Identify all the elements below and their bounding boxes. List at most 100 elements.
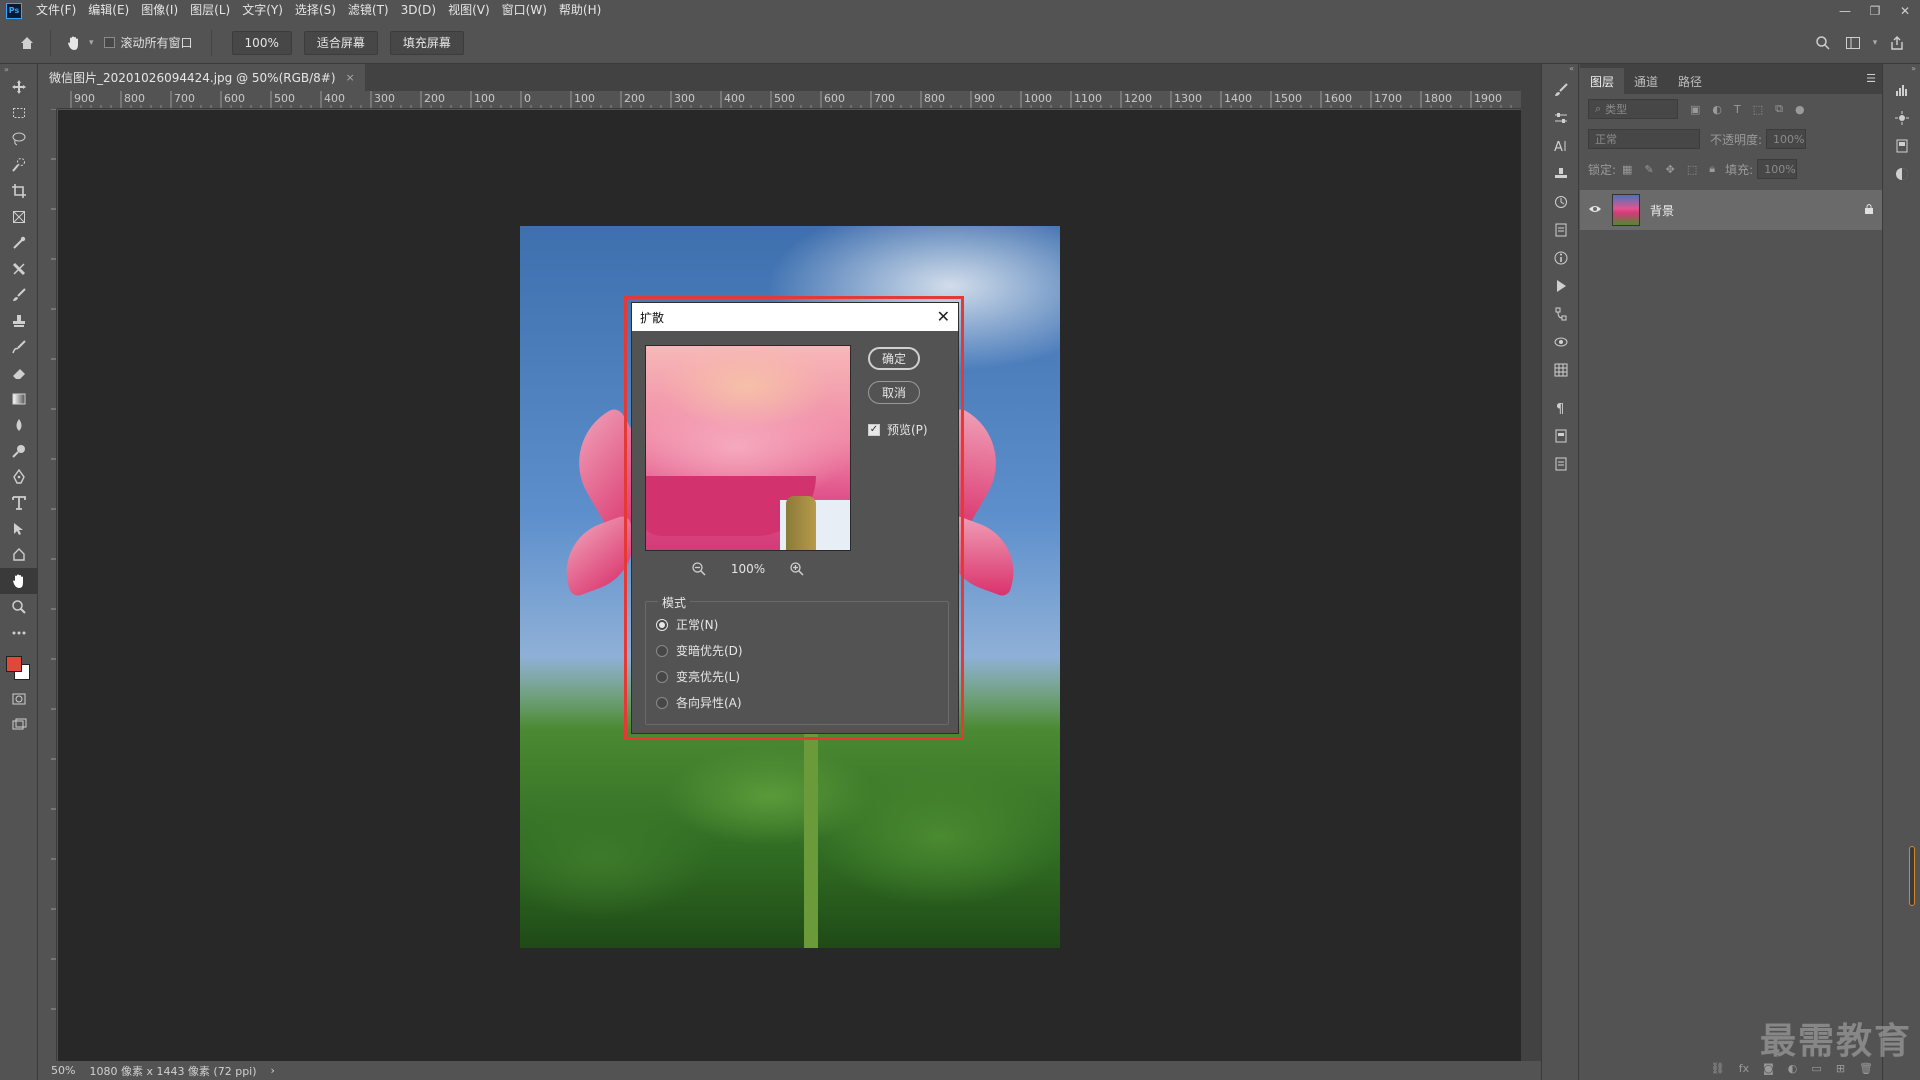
menu-edit[interactable]: 编辑(E) bbox=[82, 0, 135, 21]
crop-tool-icon[interactable] bbox=[0, 178, 38, 204]
clone-source-icon[interactable] bbox=[1542, 160, 1580, 188]
menu-filter[interactable]: 滤镜(T) bbox=[342, 0, 395, 21]
lock-artboard-icon[interactable]: ⬚ bbox=[1687, 163, 1697, 176]
layer-thumbnail[interactable] bbox=[1612, 194, 1640, 226]
close-icon[interactable]: ✕ bbox=[1890, 0, 1920, 21]
collapse-panel-icon[interactable]: » bbox=[1884, 64, 1920, 76]
search-icon[interactable] bbox=[1808, 28, 1838, 58]
zoom-tool-icon[interactable] bbox=[0, 594, 38, 620]
move-tool-icon[interactable] bbox=[0, 74, 38, 100]
foreground-color-swatch[interactable] bbox=[6, 656, 22, 672]
menu-file[interactable]: 文件(F) bbox=[30, 0, 82, 21]
workspace-icon[interactable] bbox=[1838, 28, 1868, 58]
character-icon[interactable]: A bbox=[1542, 132, 1580, 160]
restore-icon[interactable]: ❐ bbox=[1860, 0, 1890, 21]
gradient-tool-icon[interactable] bbox=[0, 386, 38, 412]
filter-shape-icon[interactable]: ⬚ bbox=[1753, 103, 1763, 116]
type-tool-icon[interactable] bbox=[0, 490, 38, 516]
paths-icon[interactable] bbox=[1542, 300, 1580, 328]
menu-type[interactable]: 文字(Y) bbox=[236, 0, 289, 21]
preview-checkbox[interactable]: ✓ bbox=[868, 423, 880, 436]
document-tab[interactable]: 微信图片_20201026094424.jpg @ 50%(RGB/8#) × bbox=[39, 64, 365, 91]
layer-name[interactable]: 背景 bbox=[1650, 202, 1674, 219]
panel-menu-icon[interactable]: ☰ bbox=[1866, 72, 1876, 85]
lasso-tool-icon[interactable] bbox=[0, 126, 38, 152]
mode-normal-radio[interactable] bbox=[656, 618, 668, 631]
actions-play-icon[interactable] bbox=[1542, 272, 1580, 300]
scroll-all-windows-option[interactable]: 滚动所有窗口 bbox=[103, 34, 193, 51]
properties-icon[interactable] bbox=[1542, 216, 1580, 244]
screen-mode-icon[interactable] bbox=[0, 712, 38, 738]
close-tab-icon[interactable]: × bbox=[346, 71, 355, 84]
dialog-titlebar[interactable]: 扩散 ✕ bbox=[632, 303, 958, 331]
menu-view[interactable]: 视图(V) bbox=[442, 0, 496, 21]
pen-tool-icon[interactable] bbox=[0, 464, 38, 490]
visibility-eye-icon[interactable] bbox=[1588, 203, 1602, 217]
fit-screen-button[interactable]: 适合屏幕 bbox=[303, 30, 378, 55]
lock-position-icon[interactable]: ✥ bbox=[1666, 163, 1675, 176]
vertical-ruler[interactable] bbox=[39, 109, 57, 1061]
dodge-tool-icon[interactable] bbox=[0, 438, 38, 464]
brush-settings-icon[interactable] bbox=[1542, 76, 1580, 104]
filter-type-icon[interactable]: T bbox=[1734, 103, 1741, 116]
menu-window[interactable]: 窗口(W) bbox=[496, 0, 553, 21]
close-icon[interactable]: ✕ bbox=[937, 309, 950, 325]
adjustments-icon[interactable] bbox=[1542, 104, 1580, 132]
mode-anisotropic-option[interactable]: 各向异性(A) bbox=[656, 694, 742, 711]
home-icon[interactable] bbox=[12, 28, 42, 58]
zoom-out-icon[interactable] bbox=[689, 559, 709, 579]
fx-icon[interactable]: fx bbox=[1739, 1062, 1749, 1075]
status-menu-arrow[interactable]: › bbox=[271, 1064, 275, 1077]
color-icon[interactable] bbox=[1884, 160, 1920, 188]
mode-normal-option[interactable]: 正常(N) bbox=[656, 616, 718, 633]
mode-darken-only-option[interactable]: 变暗优先(D) bbox=[656, 642, 743, 659]
preview-option[interactable]: ✓ 预览(P) bbox=[868, 421, 928, 438]
navigator-icon[interactable] bbox=[1884, 104, 1920, 132]
brush-tool-icon[interactable] bbox=[0, 282, 38, 308]
path-selection-tool-icon[interactable] bbox=[0, 516, 38, 542]
link-layers-icon[interactable]: ⛓ bbox=[1711, 1062, 1725, 1075]
opacity-input[interactable]: 100% bbox=[1766, 129, 1807, 149]
histogram-icon[interactable] bbox=[1884, 76, 1920, 104]
shape-tool-icon[interactable] bbox=[0, 542, 38, 568]
filter-preview[interactable] bbox=[645, 345, 851, 551]
swatches-grid-icon[interactable] bbox=[1542, 356, 1580, 384]
layer-lock-icon[interactable] bbox=[1864, 203, 1874, 218]
lock-transparent-icon[interactable]: ▦ bbox=[1622, 163, 1632, 176]
hand-tool-icon[interactable] bbox=[59, 28, 89, 58]
panel-scroll-indicator[interactable] bbox=[1909, 846, 1915, 906]
fill-screen-button[interactable]: 填充屏幕 bbox=[389, 30, 464, 55]
quick-selection-tool-icon[interactable] bbox=[0, 152, 38, 178]
horizontal-ruler[interactable]: 900 800 700 600 500 400 300 200 100 0 100 200 300 400… bbox=[57, 91, 1521, 109]
scroll-all-windows-checkbox[interactable] bbox=[103, 37, 115, 48]
menu-select[interactable]: 选择(S) bbox=[289, 0, 342, 21]
vertical-scrollbar[interactable] bbox=[1521, 91, 1541, 1061]
lock-image-icon[interactable]: ✎ bbox=[1644, 163, 1653, 176]
zoom-in-icon[interactable] bbox=[787, 559, 807, 579]
history-brush-tool-icon[interactable] bbox=[0, 334, 38, 360]
mode-lighten-only-option[interactable]: 变亮优先(L) bbox=[656, 668, 740, 685]
history-icon[interactable] bbox=[1542, 188, 1580, 216]
ok-button[interactable]: 确定 bbox=[868, 347, 920, 370]
cancel-button[interactable]: 取消 bbox=[868, 381, 920, 404]
status-zoom[interactable]: 50% bbox=[51, 1064, 75, 1077]
lock-all-icon[interactable]: 🔒︎ bbox=[1709, 162, 1715, 176]
filter-toggle-icon[interactable]: ● bbox=[1795, 103, 1805, 116]
layer-filter-select[interactable]: ⌕ 类型 bbox=[1588, 99, 1678, 119]
paragraph-styles-icon[interactable] bbox=[1542, 422, 1580, 450]
chevron-down-icon[interactable]: ▾ bbox=[1868, 28, 1882, 58]
eyedropper-tool-icon[interactable] bbox=[0, 230, 38, 256]
more-tools-icon[interactable] bbox=[0, 620, 38, 646]
hand-tool-icon[interactable] bbox=[0, 568, 38, 594]
eraser-tool-icon[interactable] bbox=[0, 360, 38, 386]
libraries-icon[interactable] bbox=[1884, 132, 1920, 160]
menu-help[interactable]: 帮助(H) bbox=[553, 0, 607, 21]
menu-3d[interactable]: 3D(D) bbox=[395, 0, 442, 21]
character-styles-icon[interactable] bbox=[1542, 450, 1580, 478]
mode-lighten-only-radio[interactable] bbox=[656, 670, 668, 683]
chevron-down-icon[interactable]: ▾ bbox=[89, 38, 94, 48]
filter-adjustment-icon[interactable]: ◐ bbox=[1712, 103, 1722, 116]
share-icon[interactable] bbox=[1882, 28, 1912, 58]
tab-layers[interactable]: 图层 bbox=[1580, 68, 1625, 94]
3d-icon[interactable] bbox=[1542, 328, 1580, 356]
